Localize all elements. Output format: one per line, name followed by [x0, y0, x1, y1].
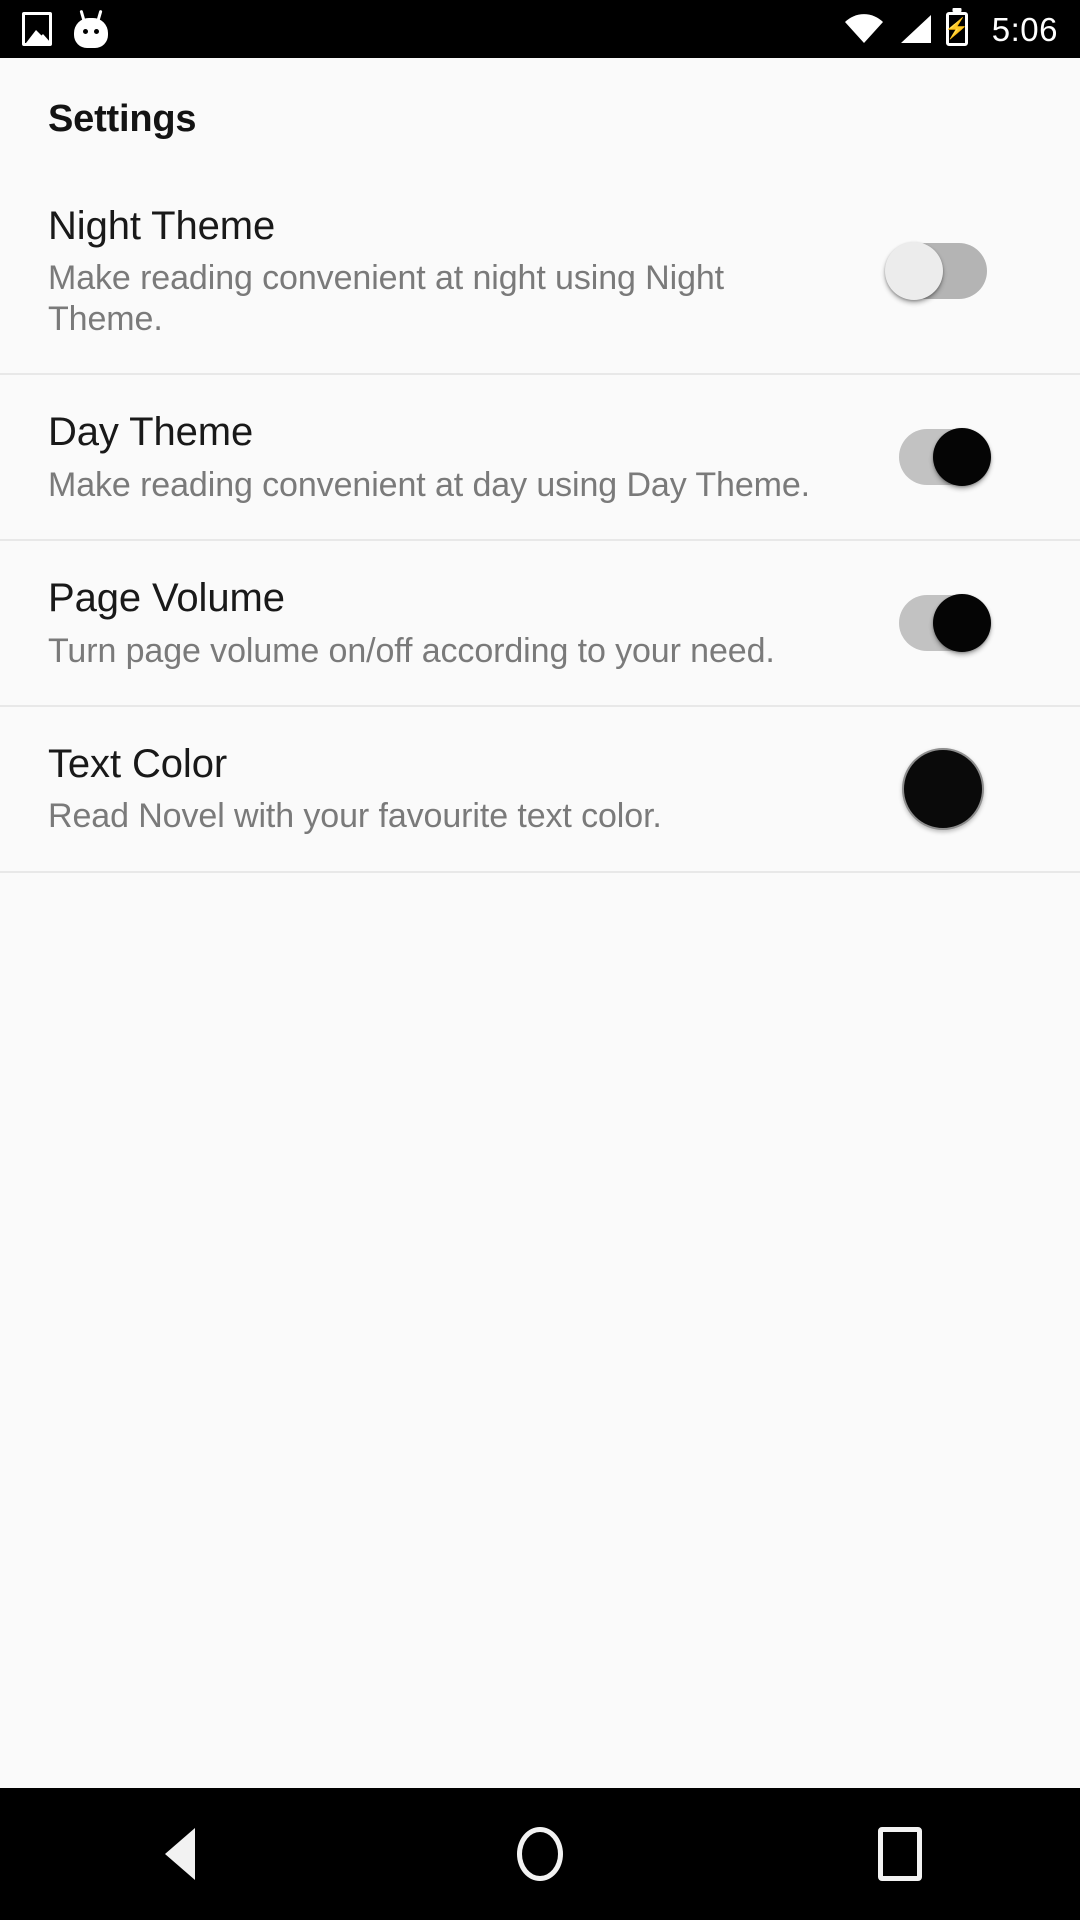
battery-charging-icon: ⚡: [944, 12, 969, 46]
back-icon: [165, 1828, 195, 1880]
night-theme-switch[interactable]: [885, 242, 995, 301]
setting-title: Page Volume: [48, 576, 285, 621]
photo-icon: [22, 12, 52, 46]
settings-row-page-volume[interactable]: Page Volume Turn page volume on/off acco…: [0, 541, 1080, 707]
settings-list: Night Theme Make reading convenient at n…: [0, 169, 1080, 873]
setting-description: Turn page volume on/off according to you…: [48, 631, 775, 670]
wifi-icon: [844, 14, 883, 43]
status-bar-notification-icons: [22, 9, 108, 48]
android-mascot-icon: [74, 9, 108, 48]
navigation-bar: [0, 1788, 1080, 1920]
day-theme-switch[interactable]: [891, 428, 995, 487]
setting-title: Text Color: [48, 741, 228, 786]
row-text: Text Color Read Novel with your favourit…: [48, 741, 868, 837]
nav-home-button[interactable]: [450, 1788, 630, 1920]
row-control: [868, 594, 1018, 653]
setting-title: Day Theme: [48, 410, 254, 455]
settings-row-night-theme[interactable]: Night Theme Make reading convenient at n…: [0, 169, 1080, 376]
text-color-swatch[interactable]: [902, 747, 984, 830]
status-bar: ⚡ 5:06: [0, 0, 1080, 58]
switch-thumb: [933, 428, 991, 487]
page-volume-switch[interactable]: [891, 594, 995, 653]
settings-row-day-theme[interactable]: Day Theme Make reading convenient at day…: [0, 375, 1080, 542]
settings-row-text-color[interactable]: Text Color Read Novel with your favourit…: [0, 706, 1080, 873]
switch-thumb: [933, 594, 991, 653]
row-text: Day Theme Make reading convenient at day…: [48, 409, 868, 505]
settings-screen: Settings Night Theme Make reading conven…: [0, 58, 1080, 1856]
nav-recents-button[interactable]: [810, 1788, 990, 1920]
setting-title: Night Theme: [48, 204, 276, 248]
cellular-signal-icon: [900, 15, 931, 43]
phone-screen: ⚡ 5:06 Settings Night Theme Make reading…: [0, 0, 1080, 1920]
row-text: Page Volume Turn page volume on/off acco…: [48, 575, 868, 671]
setting-description: Make reading convenient at day using Day…: [48, 465, 811, 504]
row-control: [868, 242, 1018, 301]
status-bar-clock: 5:06: [991, 10, 1058, 48]
setting-description: Read Novel with your favourite text colo…: [48, 797, 662, 836]
recents-icon: [878, 1827, 922, 1881]
setting-description: Make reading convenient at night using N…: [48, 259, 725, 338]
nav-back-button[interactable]: [90, 1788, 270, 1920]
home-icon: [517, 1827, 563, 1881]
switch-thumb: [885, 242, 943, 301]
row-text: Night Theme Make reading convenient at n…: [48, 203, 868, 339]
status-bar-system-icons: ⚡ 5:06: [844, 12, 1058, 46]
row-control: [868, 747, 1018, 830]
row-control: [868, 428, 1018, 487]
page-title: Settings: [48, 98, 197, 140]
